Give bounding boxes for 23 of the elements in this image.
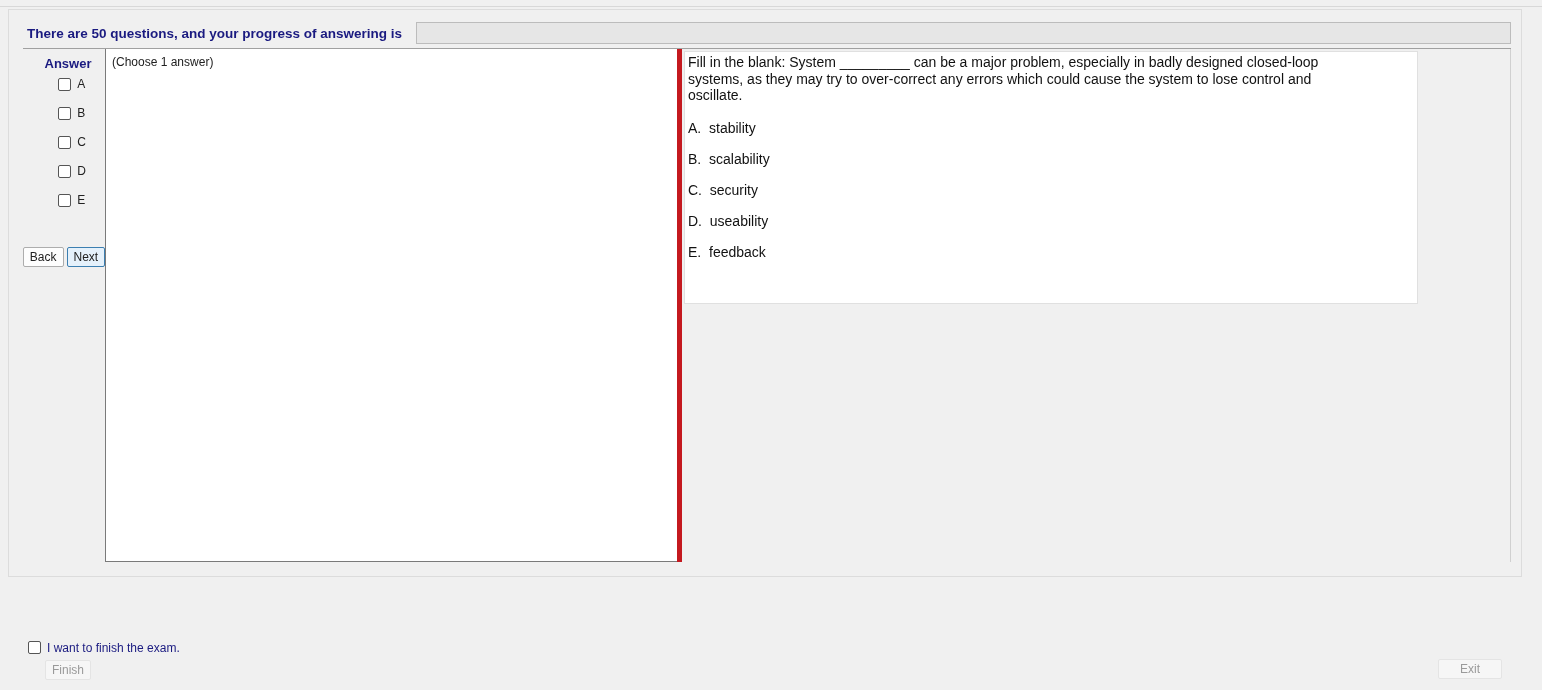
choice-text: E. feedback xyxy=(688,243,767,260)
option-label: B xyxy=(77,106,86,120)
checkbox[interactable] xyxy=(28,641,41,654)
question-text: Fill in the blank: System _________ can be a major problem, especially in badly designed closed-loop systems, as they may try to over-correct any errors which could cause the system to lose control and oscillate. xyxy=(688,54,1320,104)
instruction-text: (Choose 1 answer) xyxy=(112,55,215,69)
checkbox[interactable] xyxy=(58,106,72,120)
finish-label: I want to finish the exam. xyxy=(47,640,180,655)
nav-button[interactable]: Next xyxy=(66,247,106,267)
option-label: C xyxy=(77,135,86,149)
progress-label: There are 50 questions, and your progress of answering is xyxy=(26,25,403,41)
nav-button[interactable]: Back xyxy=(22,247,64,267)
option-label: D xyxy=(77,164,86,178)
choice-text: A. stability xyxy=(688,119,757,136)
option-label: E xyxy=(77,193,86,207)
checkbox[interactable] xyxy=(58,77,72,91)
checkbox[interactable] xyxy=(58,193,72,207)
checkbox[interactable] xyxy=(58,164,72,178)
choice-text: C. security xyxy=(688,181,759,198)
checkbox[interactable] xyxy=(58,135,72,149)
answer-heading: Answer xyxy=(44,56,92,71)
option-label: A xyxy=(77,77,86,91)
choice-text: B. scalability xyxy=(688,150,771,167)
choice-text: D. useability xyxy=(688,212,770,229)
